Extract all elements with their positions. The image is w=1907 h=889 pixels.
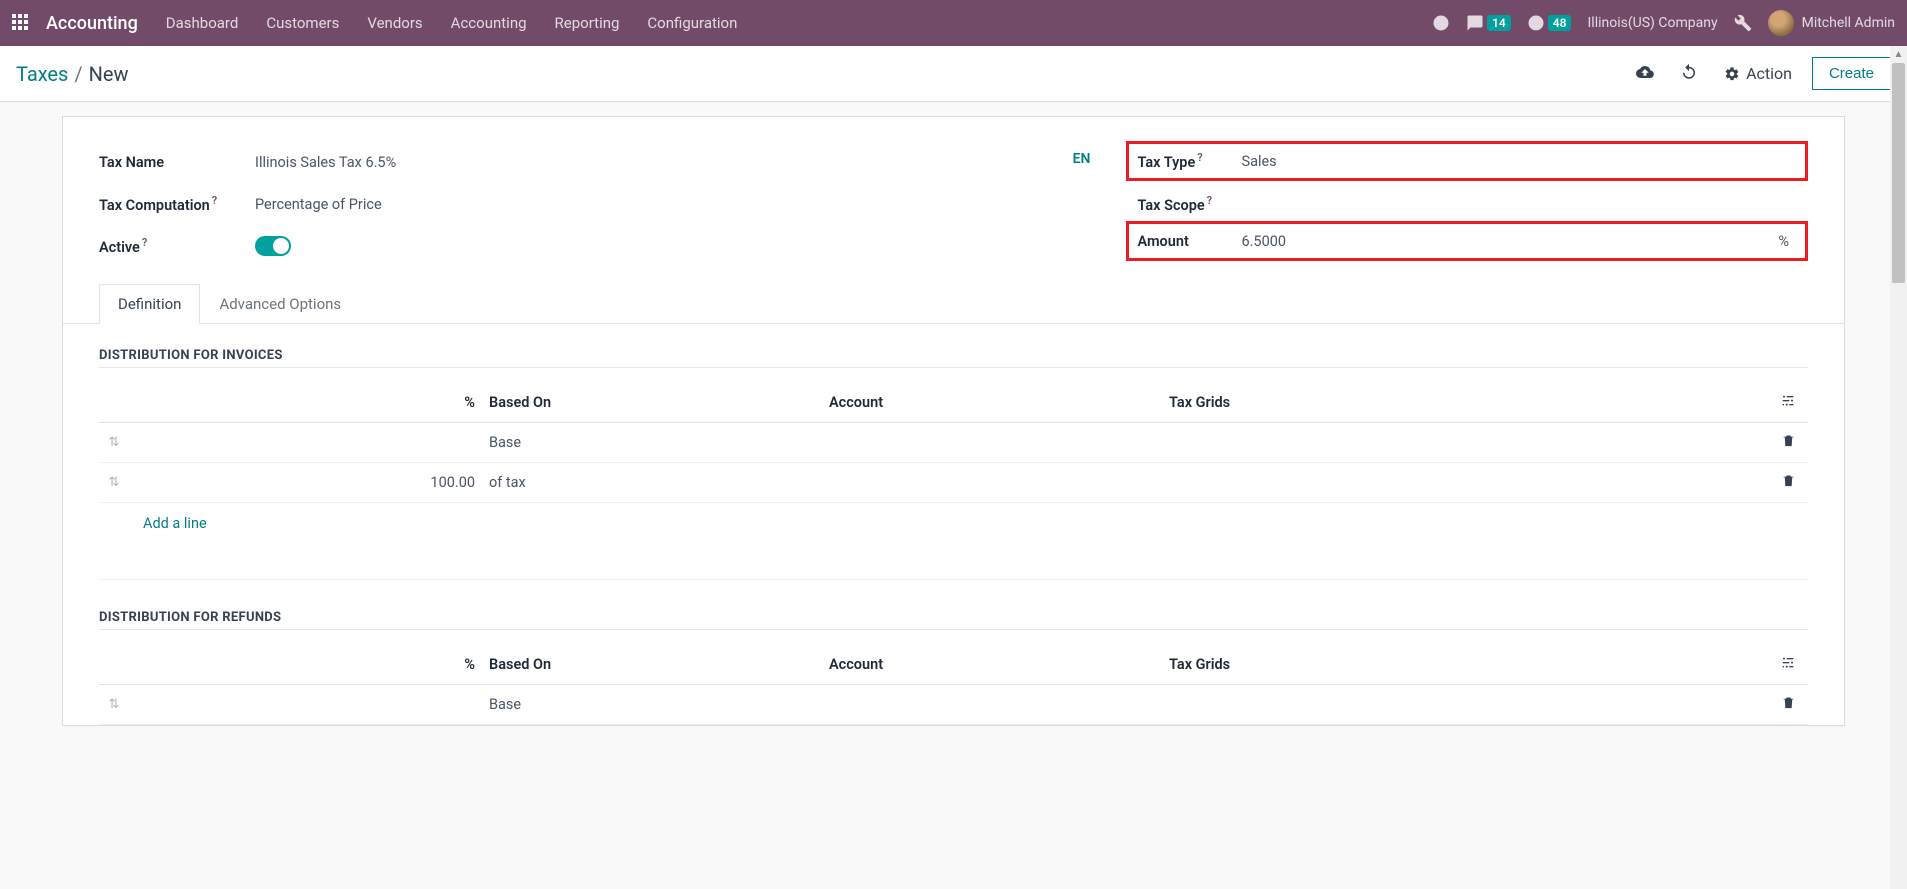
dist-invoices: DISTRIBUTION FOR INVOICES % Based On Acc… [63, 324, 1844, 580]
label-tax-scope: Tax Scope? [1137, 194, 1241, 214]
active-toggle[interactable] [255, 236, 291, 256]
delete-row-icon[interactable] [1768, 433, 1808, 452]
apps-icon[interactable] [12, 14, 30, 32]
cell-based[interactable]: of tax [489, 474, 829, 491]
user-menu[interactable]: Mitchell Admin [1768, 10, 1895, 36]
dist-refunds-title: DISTRIBUTION FOR REFUNDS [99, 610, 1808, 630]
tab-definition[interactable]: Definition [99, 284, 200, 324]
app-brand[interactable]: Accounting [46, 13, 138, 34]
value-tax-type[interactable]: Sales [1241, 153, 1276, 170]
value-amount[interactable]: 6.5000 [1241, 233, 1778, 250]
col-header-pct[interactable]: % [129, 656, 489, 673]
label-active: Active? [99, 236, 255, 256]
messages-badge: 14 [1487, 15, 1511, 31]
value-tax-name[interactable]: Illinois Sales Tax 6.5% [255, 154, 396, 171]
scrollbar[interactable]: ▲ [1890, 46, 1907, 889]
col-header-account[interactable]: Account [829, 656, 1169, 673]
help-icon[interactable]: ? [1207, 194, 1212, 207]
label-tax-computation: Tax Computation? [99, 194, 255, 214]
help-icon[interactable]: ? [1197, 151, 1202, 164]
avatar [1768, 10, 1794, 36]
table-row[interactable]: ⇅ 100.00 of tax [99, 463, 1808, 503]
label-amount: Amount [1137, 233, 1241, 250]
col-header-based[interactable]: Based On [489, 394, 829, 411]
nav-accounting[interactable]: Accounting [451, 14, 527, 32]
breadcrumb-current: New [89, 62, 129, 86]
highlight-amount: Amount 6.5000 % [1126, 221, 1808, 261]
col-header-grids[interactable]: Tax Grids [1169, 394, 1768, 411]
dist-refunds: DISTRIBUTION FOR REFUNDS % Based On Acco… [63, 580, 1844, 725]
highlight-tax-type: Tax Type? Sales [1126, 141, 1808, 181]
help-icon[interactable]: ? [212, 194, 217, 207]
nav-dashboard[interactable]: Dashboard [166, 14, 239, 32]
optional-cols-icon[interactable] [1768, 654, 1808, 674]
table-row[interactable]: ⇅ Base [99, 423, 1808, 463]
create-button[interactable]: Create [1812, 57, 1891, 90]
activities-icon[interactable]: 48 [1527, 14, 1572, 32]
nav-configuration[interactable]: Configuration [647, 14, 737, 32]
drag-handle-icon[interactable]: ⇅ [99, 697, 129, 712]
activities-badge: 48 [1548, 15, 1572, 31]
tab-advanced[interactable]: Advanced Options [200, 284, 360, 324]
save-cloud-icon[interactable] [1636, 63, 1654, 85]
dist-invoices-title: DISTRIBUTION FOR INVOICES [99, 348, 1808, 368]
nav-vendors[interactable]: Vendors [367, 14, 422, 32]
action-dropdown[interactable]: Action [1724, 64, 1792, 83]
drag-handle-icon[interactable]: ⇅ [99, 435, 129, 450]
label-tax-type: Tax Type? [1137, 151, 1241, 171]
support-icon[interactable] [1432, 14, 1450, 32]
breadcrumb-sep: / [74, 62, 82, 86]
drag-handle-icon[interactable]: ⇅ [99, 475, 129, 490]
debug-icon[interactable] [1734, 14, 1752, 32]
col-header-grids[interactable]: Tax Grids [1169, 656, 1768, 673]
col-header-account[interactable]: Account [829, 394, 1169, 411]
breadcrumb-root[interactable]: Taxes [16, 62, 68, 86]
company-switcher[interactable]: Illinois(US) Company [1587, 15, 1717, 31]
col-header-based[interactable]: Based On [489, 656, 829, 673]
scroll-up-icon[interactable]: ▲ [1890, 46, 1907, 63]
top-navbar: Accounting Dashboard Customers Vendors A… [0, 0, 1907, 46]
user-name: Mitchell Admin [1802, 15, 1895, 31]
optional-cols-icon[interactable] [1768, 392, 1808, 412]
value-tax-computation[interactable]: Percentage of Price [255, 196, 382, 213]
delete-row-icon[interactable] [1768, 695, 1808, 714]
help-icon[interactable]: ? [142, 236, 147, 249]
tabs: Definition Advanced Options [63, 283, 1844, 324]
nav-customers[interactable]: Customers [266, 14, 339, 32]
messages-icon[interactable]: 14 [1466, 14, 1511, 32]
delete-row-icon[interactable] [1768, 473, 1808, 492]
control-bar: Taxes / New Action Create [0, 46, 1907, 102]
scrollbar-thumb[interactable] [1892, 63, 1905, 283]
add-line-link[interactable]: Add a line [143, 515, 207, 532]
col-header-pct[interactable]: % [129, 394, 489, 411]
label-tax-name: Tax Name [99, 154, 255, 171]
nav-reporting[interactable]: Reporting [555, 14, 620, 32]
table-row[interactable]: ⇅ Base [99, 685, 1808, 725]
cell-based[interactable]: Base [489, 696, 829, 713]
cell-based[interactable]: Base [489, 434, 829, 451]
action-label: Action [1746, 64, 1792, 83]
lang-button[interactable]: EN [1073, 151, 1091, 167]
discard-icon[interactable] [1680, 63, 1698, 85]
amount-unit: % [1778, 233, 1789, 250]
cell-pct[interactable]: 100.00 [129, 474, 489, 491]
content-scroll[interactable]: Tax Name Illinois Sales Tax 6.5% Tax Com… [0, 102, 1907, 889]
form-sheet: Tax Name Illinois Sales Tax 6.5% Tax Com… [62, 116, 1845, 726]
